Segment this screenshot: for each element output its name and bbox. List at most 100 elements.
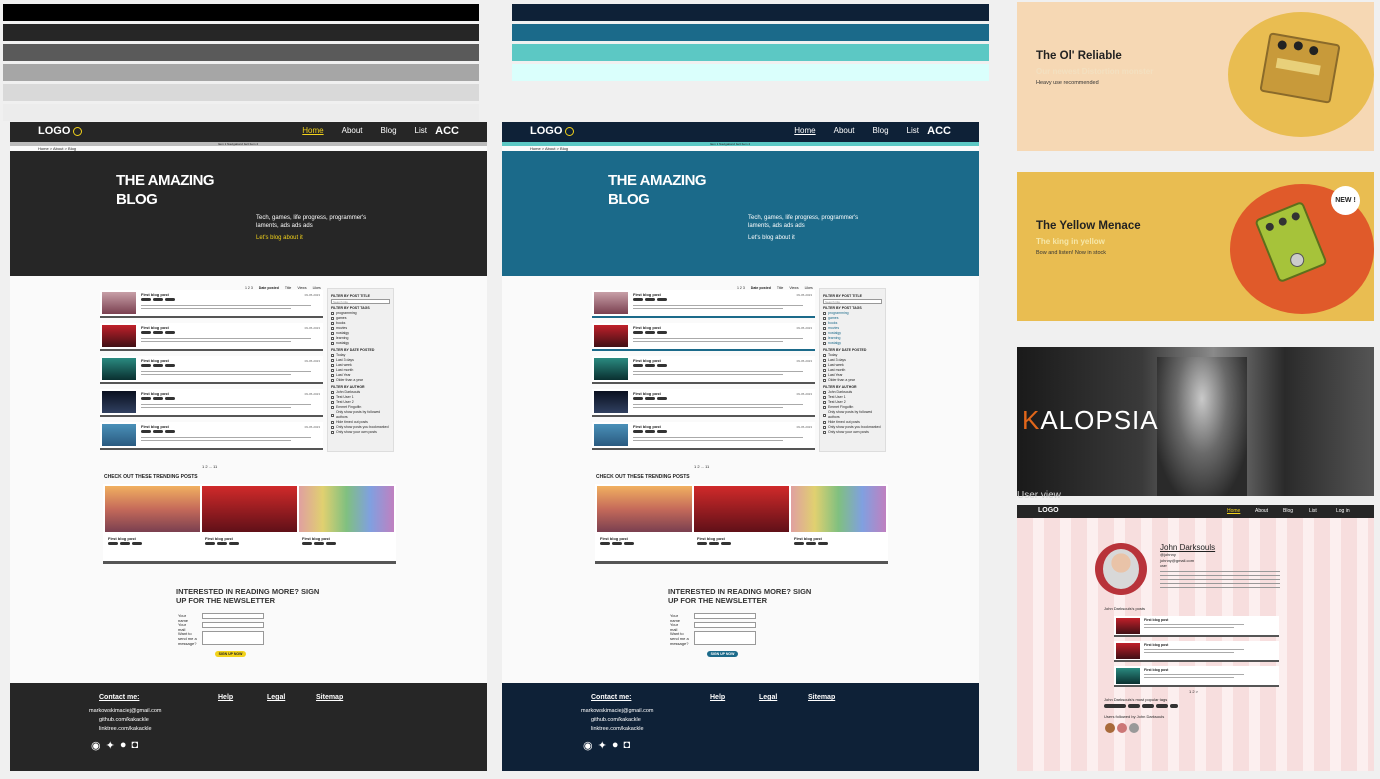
list-item[interactable]: First blog post <box>1114 666 1279 687</box>
profile-handle: @johnny <box>1160 552 1176 557</box>
nav-links: Home About Blog List <box>302 126 427 135</box>
sub-navigation: Item 1 Navigation2 Ite3 Item 4 <box>10 142 487 146</box>
trending-title: First blog post <box>794 536 822 541</box>
option-checkbox[interactable]: Only show posts by followed authors <box>823 410 882 420</box>
twitter-icon[interactable]: ✦ <box>106 739 115 752</box>
tag-checkbox[interactable]: nostalgy <box>823 341 882 346</box>
hero-link[interactable]: Let's blog about it <box>748 235 795 241</box>
logo[interactable]: LOGO <box>1038 507 1059 514</box>
signup-button[interactable]: SIGN UP NOW <box>215 651 246 657</box>
list-item[interactable]: First blog post <box>1114 641 1279 662</box>
trending-card[interactable]: First blog post <box>202 486 297 556</box>
nav-home[interactable]: Home <box>1227 508 1240 514</box>
list-item[interactable]: First blog post 09-05-2023 <box>592 422 815 450</box>
post-title: First blog post <box>141 424 169 429</box>
option-checkbox[interactable]: Only show posts by followed authors <box>331 410 390 420</box>
list-item[interactable]: First blog post 09-05-2023 <box>100 290 323 318</box>
nav-about[interactable]: About <box>1255 508 1268 514</box>
followed-avatars[interactable] <box>1105 723 1139 733</box>
contact-email[interactable]: markowskimaciej@gmail.com <box>581 707 654 716</box>
contact-info: markowskimaciej@gmail.com github.com/kak… <box>581 707 654 734</box>
newsletter-heading: INTERESTED IN READING MORE? SIGN UP FOR … <box>176 587 320 605</box>
nav-about[interactable]: About <box>834 126 855 135</box>
nav-blog[interactable]: Blog <box>1283 508 1293 514</box>
list-item[interactable]: First blog post 09-05-2023 <box>100 356 323 384</box>
nav-list[interactable]: List <box>415 126 427 135</box>
list-item[interactable]: First blog post 09-05-2023 <box>592 389 815 417</box>
nav-list[interactable]: List <box>907 126 919 135</box>
nav-list[interactable]: List <box>1309 508 1317 514</box>
date-checkbox[interactable]: Older than a year <box>823 378 882 383</box>
trending-card[interactable]: First blog post <box>791 486 886 556</box>
promo-description: Bow and listen! Now in stock <box>1036 250 1107 256</box>
email-field[interactable] <box>202 622 264 628</box>
github-icon[interactable]: ◉ <box>91 739 101 752</box>
list-item[interactable]: First blog post 09-05-2023 <box>592 356 815 384</box>
option-checkbox[interactable]: Only show your own posts <box>331 430 390 435</box>
footer-legal[interactable]: Legal <box>267 694 285 701</box>
search-input[interactable]: Search title <box>823 299 882 304</box>
trending-card[interactable]: First blog post <box>694 486 789 556</box>
pagination[interactable]: 1 2 ... 11 <box>202 464 217 469</box>
name-field[interactable] <box>202 613 264 619</box>
search-input[interactable]: Search title <box>331 299 390 304</box>
promo-card-yellow-menace[interactable]: NEW ! The Yellow Menace The king in yell… <box>1017 172 1374 321</box>
contact-github[interactable]: github.com/kakackle <box>581 716 654 725</box>
list-item[interactable]: First blog post 09-05-2023 <box>100 422 323 450</box>
nav-home[interactable]: Home <box>302 126 323 135</box>
footer-sitemap[interactable]: Sitemap <box>316 694 343 701</box>
instagram-icon[interactable]: ◘ <box>623 739 630 752</box>
subnav-items[interactable]: Item 1 Navigation2 Ite3 Item 4 <box>218 142 258 146</box>
footer-legal[interactable]: Legal <box>759 694 777 701</box>
login-link[interactable]: Log in <box>1336 508 1350 514</box>
name-field[interactable] <box>694 613 756 619</box>
list-item[interactable]: First blog post 09-05-2023 <box>100 323 323 351</box>
twitter-icon[interactable]: ✦ <box>598 739 607 752</box>
profile-mockup: LOGO Home About Blog List Log in John Da… <box>1017 505 1374 771</box>
footer-help[interactable]: Help <box>218 694 233 701</box>
post-thumbnail <box>102 292 136 314</box>
instagram-icon[interactable]: ◘ <box>131 739 138 752</box>
nav-home[interactable]: Home <box>794 126 815 135</box>
pagination[interactable]: 1 2 ... 11 <box>694 464 709 469</box>
trending-card[interactable]: First blog post <box>299 486 394 556</box>
nav-about[interactable]: About <box>342 126 363 135</box>
footer-sitemap[interactable]: Sitemap <box>808 694 835 701</box>
facebook-icon[interactable]: ● <box>612 739 619 752</box>
account-button[interactable]: ACC <box>435 125 459 137</box>
logo[interactable]: LOGO <box>530 125 575 137</box>
message-field[interactable] <box>694 631 756 645</box>
contact-linktree[interactable]: linktree.com/kakackle <box>89 725 162 734</box>
contact-linktree[interactable]: linktree.com/kakackle <box>581 725 654 734</box>
profile-bio <box>1160 571 1280 591</box>
list-item[interactable]: First blog post 09-05-2023 <box>592 290 815 318</box>
list-item[interactable]: First blog post 09-05-2023 <box>592 323 815 351</box>
swatch-mint <box>512 64 989 81</box>
nav-blog[interactable]: Blog <box>873 126 889 135</box>
email-field[interactable] <box>694 622 756 628</box>
contact-email[interactable]: markowskimaciej@gmail.com <box>89 707 162 716</box>
contact-github[interactable]: github.com/kakackle <box>89 716 162 725</box>
subnav-items[interactable]: Item 1 Navigation2 Ite3 Item 4 <box>710 142 750 146</box>
profile-pager[interactable]: 1 2 > <box>1189 689 1198 694</box>
promo-card-reliable[interactable]: The Ol' Reliable Our newest Distortion m… <box>1017 2 1374 151</box>
facebook-icon[interactable]: ● <box>120 739 127 752</box>
post-thumbnail <box>1116 643 1140 659</box>
post-title: First blog post <box>1144 668 1169 672</box>
hero-link[interactable]: Let's blog about it <box>256 235 303 241</box>
message-field[interactable] <box>202 631 264 645</box>
post-list: First blog post 09-05-2023 First blog po… <box>100 290 323 455</box>
option-checkbox[interactable]: Only show your own posts <box>823 430 882 435</box>
list-item[interactable]: First blog post 09-05-2023 <box>100 389 323 417</box>
trending-card[interactable]: First blog post <box>597 486 692 556</box>
trending-card[interactable]: First blog post <box>105 486 200 556</box>
date-checkbox[interactable]: Older than a year <box>331 378 390 383</box>
github-icon[interactable]: ◉ <box>583 739 593 752</box>
nav-blog[interactable]: Blog <box>381 126 397 135</box>
list-item[interactable]: First blog post <box>1114 616 1279 637</box>
footer-help[interactable]: Help <box>710 694 725 701</box>
signup-button[interactable]: SIGN UP NOW <box>707 651 738 657</box>
account-button[interactable]: ACC <box>927 125 951 137</box>
tag-checkbox[interactable]: nostalgy <box>331 341 390 346</box>
logo[interactable]: LOGO <box>38 125 83 137</box>
